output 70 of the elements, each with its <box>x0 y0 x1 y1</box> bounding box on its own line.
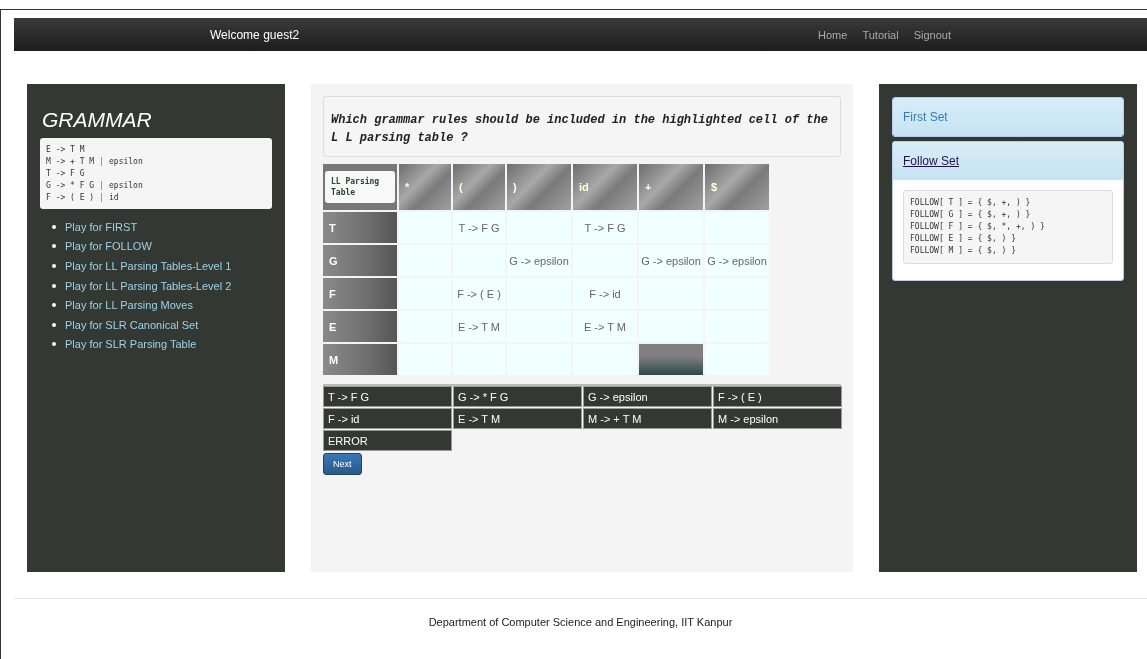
next-button[interactable]: Next <box>323 453 362 475</box>
sidebar-link[interactable]: Play for LL Parsing Tables-Level 2 <box>65 279 232 292</box>
row-header: G <box>323 245 397 276</box>
table-title: LL Parsing Table <box>325 171 395 203</box>
follow-set-line: FOLLOW[ T ] = { $, +, ) } <box>910 197 1032 209</box>
column-header: ) <box>507 164 571 210</box>
sidebar-link[interactable]: Play for SLR Parsing Table <box>65 338 197 351</box>
row-header: T <box>323 212 397 243</box>
column-header: + <box>639 164 703 210</box>
sidebar-link[interactable]: Play for FIRST <box>65 220 138 233</box>
answer-option[interactable]: F -> ( E ) <box>713 386 842 407</box>
follow-set-line: FOLLOW[ F ] = { $, *, +, ) } <box>910 221 1046 233</box>
sidebar-link[interactable]: Play for SLR Canonical Set <box>65 318 199 331</box>
grammar-rule: E -> T M <box>46 144 85 156</box>
grammar-title: GRAMMAR <box>42 108 153 132</box>
answer-option[interactable]: T -> F G <box>323 386 452 407</box>
answer-option[interactable]: M -> epsilon <box>713 408 842 429</box>
sidebar-link[interactable]: Play for LL Parsing Moves <box>65 299 193 312</box>
answer-option[interactable]: M -> + T M <box>583 408 712 429</box>
table-cell: E -> T M <box>573 311 637 342</box>
grammar-rule: id <box>109 192 119 204</box>
row-header: E <box>323 311 397 342</box>
column-header: $ <box>705 164 769 210</box>
table-cell: T -> F G <box>573 212 637 243</box>
separator-text: | <box>99 156 104 168</box>
row-header: F <box>323 278 397 309</box>
table-cell: F -> id <box>573 278 637 309</box>
nav-link[interactable]: Home <box>818 28 848 41</box>
table-cell: F -> ( E ) <box>453 278 505 309</box>
sidebar-link[interactable]: Play for FOLLOW <box>65 240 152 253</box>
bullet-icon <box>52 283 56 288</box>
column-header: * <box>399 164 451 210</box>
follow-set-line: FOLLOW[ E ] = { $, ) } <box>910 233 1017 245</box>
footer-text: Department of Computer Science and Engineering, IIT Kanpur <box>428 616 733 628</box>
bullet-icon <box>52 342 56 347</box>
bullet-icon <box>52 322 56 327</box>
grammar-rule: T -> F G <box>46 168 85 180</box>
sidebar-link[interactable]: Play for LL Parsing Tables-Level 1 <box>65 260 232 272</box>
nav-link[interactable]: Tutorial <box>862 28 899 41</box>
bullet-icon <box>52 264 56 268</box>
grammar-rule: epsilon <box>109 180 143 192</box>
table-cell: G -> epsilon <box>705 245 769 276</box>
column-header: id <box>573 164 637 210</box>
separator-text: | <box>99 180 104 192</box>
table-cell: G -> epsilon <box>507 245 571 276</box>
answer-option[interactable]: G -> * F G <box>453 386 582 407</box>
accordion-header[interactable]: Follow Set <box>893 142 1123 180</box>
separator-text: | <box>99 192 104 204</box>
bullet-icon <box>52 303 56 308</box>
bullet-icon <box>52 224 56 229</box>
bullet-icon <box>52 244 56 249</box>
table-cell: E -> T M <box>453 311 505 342</box>
table-cell: G -> epsilon <box>639 245 703 276</box>
nav-link[interactable]: Signout <box>913 28 951 41</box>
follow-set-line: FOLLOW[ M ] = { $, ) } <box>910 245 1017 257</box>
answer-option[interactable]: F -> id <box>323 408 452 429</box>
grammar-rule: epsilon <box>109 156 143 168</box>
welcome-text: Welcome guest2 <box>210 27 300 42</box>
grammar-rule: M -> + T M <box>46 156 95 168</box>
row-header: M <box>323 344 397 375</box>
grammar-rule: F -> ( E ) <box>46 192 95 204</box>
column-header: ( <box>453 164 505 210</box>
table-cell: T -> F G <box>453 212 505 243</box>
follow-set-line: FOLLOW[ G ] = { $, +, ) } <box>910 209 1032 221</box>
answer-option[interactable]: E -> T M <box>453 408 582 429</box>
answer-option[interactable]: G -> epsilon <box>583 386 712 407</box>
accordion-header[interactable]: First Set <box>893 98 1123 136</box>
grammar-rule: G -> * F G <box>46 180 95 192</box>
question-text: Which grammar rules should be included in the highlighted cell of the L L parsing table ? <box>331 113 828 145</box>
answer-option[interactable]: ERROR <box>323 430 452 451</box>
